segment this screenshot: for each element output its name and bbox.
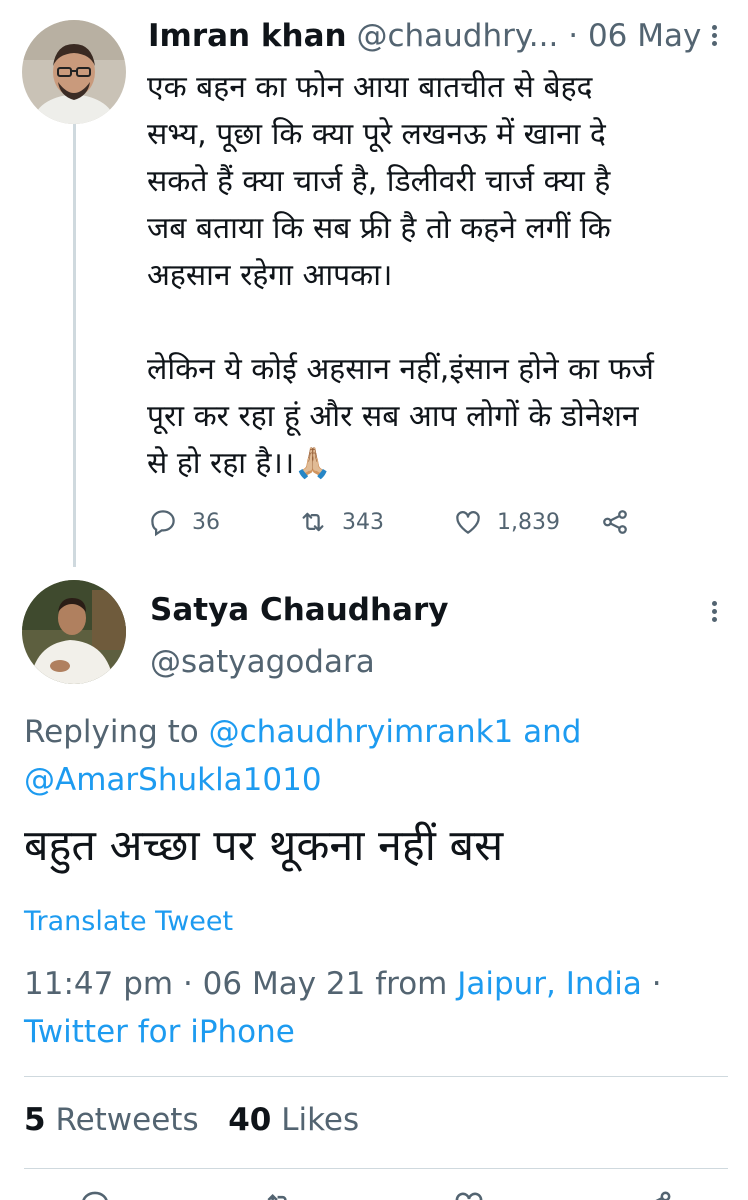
like-icon xyxy=(456,511,480,534)
avatar-satya-chaudhary[interactable] xyxy=(22,580,126,684)
share-icon xyxy=(603,510,627,534)
parent-author-handle[interactable]: @chaudhry... xyxy=(356,18,558,54)
reply-tweet-text: बहुत अच्छा पर थूकना नहीं बस xyxy=(24,821,504,871)
retweets-label: Retweets xyxy=(55,1102,199,1138)
tweet-stats: 5 Retweets 40 Likes xyxy=(24,1098,359,1142)
source-link[interactable]: Twitter for iPhone xyxy=(24,1014,295,1050)
retweet-button[interactable]: 343 xyxy=(298,500,384,544)
retweet-count: 343 xyxy=(342,509,384,535)
retweet-icon xyxy=(302,512,324,532)
tweet-text-line xyxy=(147,299,737,346)
location-link[interactable]: Jaipur, India xyxy=(457,966,642,1002)
like-count: 1,839 xyxy=(497,509,560,535)
parent-author-name[interactable]: Imran khan xyxy=(148,18,347,54)
divider xyxy=(24,1168,728,1169)
replying-to: Replying to @chaudhryimrank1 and @AmarSh… xyxy=(24,708,724,804)
parent-tweet-date[interactable]: 06 May xyxy=(588,18,701,54)
tweet-text-line: एक बहन का फोन आया बातचीत से बेहद xyxy=(147,70,593,105)
reply-author-handle[interactable]: @satyagodara xyxy=(150,640,375,684)
thread-connector-line xyxy=(73,122,76,567)
avatar-imran-khan[interactable] xyxy=(22,20,126,124)
tweet-time[interactable]: 11:47 pm xyxy=(24,966,173,1002)
header-separator: · xyxy=(568,18,579,54)
tweet-text-line: अहसान रहेगा आपका। xyxy=(147,258,393,293)
tweet-full-date[interactable]: 06 May 21 xyxy=(203,966,366,1002)
parent-tweet-text: एक बहन का फोन आया बातचीत से बेहद सभ्य, पू… xyxy=(147,64,737,487)
likes-stat[interactable]: 40 Likes xyxy=(228,1102,359,1138)
parent-tweet-header: Imran khan @chaudhry... · 06 May xyxy=(148,14,708,58)
replying-prefix: Replying to xyxy=(24,714,199,750)
tweet-metadata: 11:47 pm · 06 May 21 from Jaipur, India … xyxy=(24,960,724,1056)
reply-icon[interactable] xyxy=(78,1188,112,1200)
reply-button[interactable]: 36 xyxy=(148,500,220,544)
from-label: from xyxy=(375,966,448,1002)
more-icon[interactable] xyxy=(700,598,728,628)
tweet-text-line: सकते हैं क्या चार्ज है, डिलीवरी चार्ज क्… xyxy=(147,164,611,199)
tweet-text-line: से हो रहा है।।🙏🏼 xyxy=(147,446,332,481)
share-icon[interactable] xyxy=(640,1188,674,1200)
more-icon[interactable] xyxy=(700,22,728,52)
meta-separator: · xyxy=(651,966,662,1002)
translate-tweet-link[interactable]: Translate Tweet xyxy=(24,902,233,942)
tweet-text-line: जब बताया कि सब फ्री है तो कहने लगीं कि xyxy=(147,211,611,246)
bottom-action-bar xyxy=(0,1180,748,1200)
divider xyxy=(24,1076,728,1077)
like-icon[interactable] xyxy=(452,1188,486,1200)
retweets-stat[interactable]: 5 Retweets xyxy=(24,1102,199,1138)
like-button[interactable]: 1,839 xyxy=(453,500,560,544)
replying-and[interactable]: and xyxy=(523,714,581,750)
meta-separator: · xyxy=(182,966,193,1002)
likes-count: 40 xyxy=(228,1102,272,1138)
tweet-actions: 36 343 1,839 xyxy=(148,500,648,544)
tweet-text-line: लेकिन ये कोई अहसान नहीं,इंसान होने का फर… xyxy=(147,352,654,387)
reply-author-name[interactable]: Satya Chaudhary xyxy=(150,588,448,632)
reply-icon xyxy=(151,510,175,537)
tweet-text-line: पूरा कर रहा हूं और सब आप लोगों के डोनेशन xyxy=(147,399,639,434)
share-button[interactable] xyxy=(600,500,630,544)
replying-user-link[interactable]: @AmarShukla1010 xyxy=(24,762,322,798)
likes-label: Likes xyxy=(281,1102,360,1138)
replying-user-link[interactable]: @chaudhryimrank1 xyxy=(209,714,514,750)
tweet-text-line: सभ्य, पूछा कि क्या पूरे लखनऊ में खाना दे xyxy=(147,117,606,152)
reply-count: 36 xyxy=(192,509,220,535)
retweet-icon[interactable] xyxy=(262,1188,296,1200)
retweets-count: 5 xyxy=(24,1102,46,1138)
